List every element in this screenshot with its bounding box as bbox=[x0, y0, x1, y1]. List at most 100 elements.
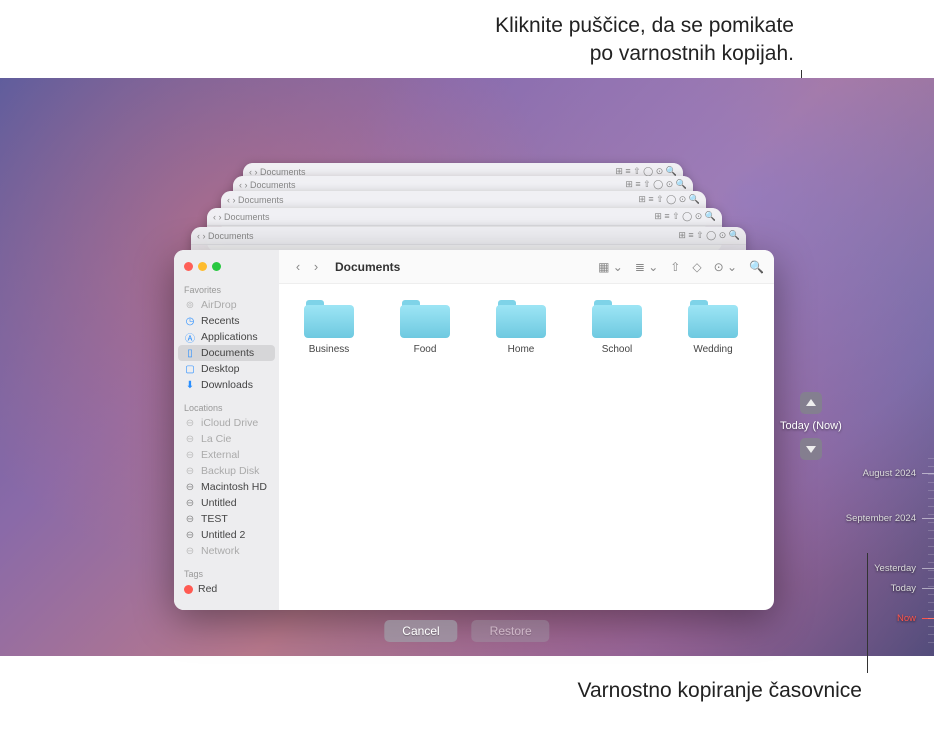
disk-icon: ⊖ bbox=[184, 417, 196, 429]
timeline-minor-tick bbox=[928, 602, 934, 603]
timeline-label[interactable]: September 2024 bbox=[846, 513, 916, 524]
timeline-minor-tick bbox=[928, 594, 934, 595]
sidebar-item-backup-disk[interactable]: ⊖ Backup Disk bbox=[174, 463, 279, 479]
folder-business[interactable]: Business bbox=[291, 300, 367, 355]
folder-grid: Business Food Home School Wedding bbox=[279, 284, 774, 610]
timeline-minor-tick bbox=[928, 458, 934, 459]
sidebar-favorites: Favorites ⊚AirDrop◷RecentsⒶApplications▯… bbox=[174, 281, 279, 399]
callout-text: Kliknite puščice, da se pomikate bbox=[495, 12, 794, 40]
sidebar-item-network[interactable]: ⊖Network bbox=[174, 543, 279, 559]
sidebar-heading: Favorites bbox=[174, 283, 279, 297]
timeline-minor-tick bbox=[928, 466, 934, 467]
timeline-minor-tick bbox=[928, 506, 934, 507]
arrow-down-button[interactable] bbox=[800, 438, 822, 460]
sidebar-item-applications[interactable]: ⒶApplications bbox=[174, 329, 279, 345]
sidebar-item-airdrop[interactable]: ⊚AirDrop bbox=[174, 297, 279, 313]
sidebar-item-label: Red bbox=[198, 583, 217, 595]
timeline-minor-tick bbox=[928, 586, 934, 587]
sidebar-item-desktop[interactable]: ▢Desktop bbox=[174, 361, 279, 377]
sidebar-item-documents[interactable]: ▯Documents bbox=[178, 345, 275, 361]
disk-icon: ⊖ bbox=[184, 465, 196, 477]
time-machine-desktop: ‹ › Documents⊞ ≡ ⇧ ◯ ⊙ 🔍 ‹ › Documents⊞ … bbox=[0, 78, 934, 656]
callout-text: Varnostno kopiranje časovnice bbox=[578, 679, 862, 703]
timeline-minor-tick bbox=[928, 618, 934, 619]
arrow-up-button[interactable] bbox=[800, 392, 822, 414]
more-icon[interactable]: ⊙ ⌄ bbox=[714, 260, 737, 274]
tag-dot-icon bbox=[184, 585, 193, 594]
back-button[interactable]: ‹ bbox=[289, 258, 307, 276]
folder-wedding[interactable]: Wedding bbox=[675, 300, 751, 355]
folder-icon: ◷ bbox=[184, 315, 196, 327]
folder-food[interactable]: Food bbox=[387, 300, 463, 355]
folder-icon bbox=[496, 300, 546, 338]
timeline-label[interactable]: Now bbox=[897, 613, 916, 624]
sidebar-item-label: Backup Disk bbox=[201, 465, 259, 477]
disk-icon: ⊖ bbox=[184, 433, 196, 445]
timeline-minor-tick bbox=[928, 538, 934, 539]
folder-icon: ▯ bbox=[184, 347, 196, 359]
folder-icon: ⊚ bbox=[184, 299, 196, 311]
close-icon[interactable] bbox=[184, 262, 193, 271]
folder-icon bbox=[304, 300, 354, 338]
folder-icon bbox=[400, 300, 450, 338]
folder-label: Home bbox=[508, 344, 535, 355]
disk-icon: ⊖ bbox=[184, 481, 196, 493]
restore-button[interactable]: Restore bbox=[472, 620, 550, 642]
sidebar-item-label: Network bbox=[201, 545, 240, 557]
sidebar-heading: Tags bbox=[174, 567, 279, 581]
sidebar-item-macintosh-hd[interactable]: ⊖ Macintosh HD bbox=[174, 479, 279, 495]
sidebar-item-external[interactable]: ⊖External bbox=[174, 447, 279, 463]
time-machine-nav: Today (Now) bbox=[780, 392, 842, 460]
timeline-minor-tick bbox=[928, 522, 934, 523]
sidebar-tag-red[interactable]: Red bbox=[174, 581, 279, 597]
sidebar-tags: Tags Red bbox=[174, 565, 279, 603]
timeline-label[interactable]: Today bbox=[891, 583, 916, 594]
timeline-label[interactable]: Yesterday bbox=[874, 563, 916, 574]
disk-icon: ⊖ bbox=[184, 449, 196, 461]
timeline-minor-tick bbox=[928, 626, 934, 627]
backup-timeline[interactable]: August 2024September 2024YesterdayTodayN… bbox=[854, 458, 934, 688]
callout-leader-line bbox=[867, 553, 868, 673]
share-icon[interactable]: ⇧ bbox=[670, 260, 680, 274]
sidebar-item-untitled-2[interactable]: ⊖Untitled 2 bbox=[174, 527, 279, 543]
sidebar-item-label: Untitled bbox=[201, 497, 237, 509]
sidebar-item-la-cie[interactable]: ⊖La Cie bbox=[174, 431, 279, 447]
sidebar-item-label: Untitled 2 bbox=[201, 529, 245, 541]
view-icons-icon[interactable]: ▦ ⌄ bbox=[598, 260, 623, 274]
timeline-label[interactable]: August 2024 bbox=[863, 468, 916, 479]
sidebar-item-downloads[interactable]: ⬇Downloads bbox=[174, 377, 279, 393]
minimize-icon[interactable] bbox=[198, 262, 207, 271]
finder-main: ‹ › Documents ▦ ⌄ ≣ ⌄ ⇧ ◇ ⊙ ⌄ 🔍 Business… bbox=[279, 250, 774, 610]
timeline-minor-tick bbox=[928, 634, 934, 635]
finder-window: Favorites ⊚AirDrop◷RecentsⒶApplications▯… bbox=[174, 250, 774, 610]
finder-sidebar: Favorites ⊚AirDrop◷RecentsⒶApplications▯… bbox=[174, 250, 279, 610]
sidebar-item-recents[interactable]: ◷Recents bbox=[174, 313, 279, 329]
current-snapshot-label: Today (Now) bbox=[780, 420, 842, 432]
group-icon[interactable]: ≣ ⌄ bbox=[635, 260, 658, 274]
folder-home[interactable]: Home bbox=[483, 300, 559, 355]
timeline-minor-tick bbox=[928, 546, 934, 547]
folder-school[interactable]: School bbox=[579, 300, 655, 355]
sidebar-item-label: Downloads bbox=[201, 379, 253, 391]
disk-icon: ⊖ bbox=[184, 497, 196, 509]
sidebar-locations: Locations ⊖iCloud Drive⊖La Cie⊖External⊖… bbox=[174, 399, 279, 565]
cancel-button[interactable]: Cancel bbox=[384, 620, 457, 642]
sidebar-item-label: Applications bbox=[201, 331, 258, 343]
sidebar-item-test[interactable]: ⊖TEST bbox=[174, 511, 279, 527]
timeline-minor-tick bbox=[928, 578, 934, 579]
timeline-minor-tick bbox=[928, 482, 934, 483]
callout-arrows: Kliknite puščice, da se pomikate po varn… bbox=[495, 12, 794, 69]
timeline-minor-tick bbox=[928, 570, 934, 571]
folder-label: Food bbox=[414, 344, 437, 355]
sidebar-item-label: TEST bbox=[201, 513, 228, 525]
sidebar-item-untitled[interactable]: ⊖ Untitled bbox=[174, 495, 279, 511]
search-icon[interactable]: 🔍 bbox=[749, 260, 764, 274]
tag-icon[interactable]: ◇ bbox=[692, 260, 701, 274]
maximize-icon[interactable] bbox=[212, 262, 221, 271]
folder-label: Business bbox=[309, 344, 350, 355]
sidebar-item-icloud-drive[interactable]: ⊖iCloud Drive bbox=[174, 415, 279, 431]
timeline-minor-tick bbox=[928, 554, 934, 555]
sidebar-heading: Locations bbox=[174, 401, 279, 415]
forward-button[interactable]: › bbox=[307, 258, 325, 276]
sidebar-item-label: Macintosh HD bbox=[201, 481, 267, 493]
